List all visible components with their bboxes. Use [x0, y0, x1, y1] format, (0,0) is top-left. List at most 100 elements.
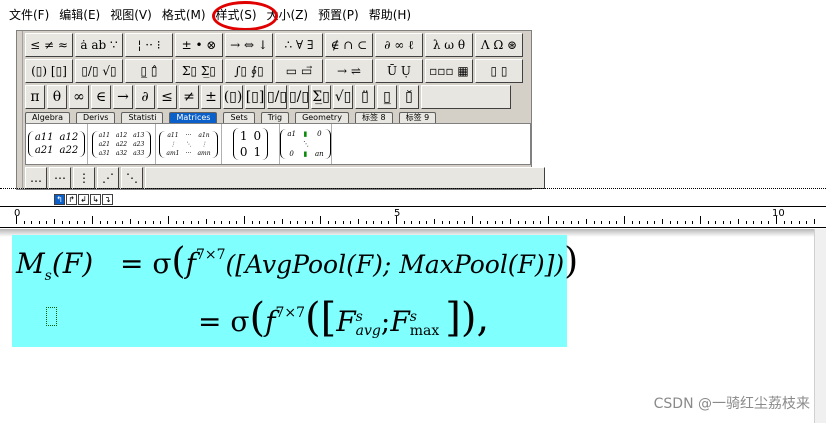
partial-symbol-button[interactable]: ∂ [135, 85, 155, 109]
infinity-symbol-button[interactable]: ∞ [69, 85, 89, 109]
template-cell: ··· [185, 149, 192, 157]
menu-preferences[interactable]: 预置(P) [313, 0, 364, 30]
greek-upper-palette-button[interactable]: Λ Ω ⊛ [475, 33, 523, 57]
ruler-tick [753, 221, 755, 224]
sub-superscript-template-button[interactable]: ▯̆ [399, 85, 419, 109]
empty-slot-placeholder[interactable] [46, 307, 57, 326]
relation-tab-icon[interactable]: ↴ [102, 194, 113, 205]
tab-matrices[interactable]: Matrices [169, 112, 218, 123]
watermark: CSDN @一骑红尘荔枝来 [653, 396, 810, 412]
theta-symbol-button[interactable]: θ [47, 85, 67, 109]
misc-symbols-palette-button[interactable]: ∂ ∞ ℓ [375, 33, 423, 57]
parentheses-template-button[interactable]: (▯) [223, 85, 243, 109]
sqrt-template-button[interactable]: √▯ [333, 85, 353, 109]
fraction-template-button[interactable]: ▯/▯ [267, 85, 287, 109]
integrals-palette-button[interactable]: ∫▯ ∮▯ [225, 59, 273, 83]
line1-body: ([AvgPool(F); MaxPool(F)]) [225, 250, 565, 279]
set-theory-palette-button[interactable]: ∉ ∩ ⊂ [325, 33, 373, 57]
vertical-ellipsis-button[interactable]: ⋮ [73, 167, 95, 189]
midline-ellipsis-button[interactable]: ⋯ [49, 167, 71, 189]
equation-edit-area[interactable]: Ms(F) = σ(f7×7([AvgPool(F); MaxPool(F)])… [0, 229, 826, 423]
vertical-scrollbar[interactable] [814, 229, 826, 423]
sum-template-button[interactable]: Σ̲▯ [311, 85, 331, 109]
ruler-tick [814, 219, 815, 224]
up-diagonal-ellipsis-button[interactable]: ⋰ [97, 167, 119, 189]
brackets-template-button[interactable]: [▯] [245, 85, 265, 109]
ruler[interactable]: 0 5 10 [0, 206, 826, 228]
summation-palette-button[interactable]: Σ▯ Σ̲▯ [175, 59, 223, 83]
ruler-tick [221, 221, 223, 224]
boxes-palette-button[interactable]: ▯ ▯ [475, 59, 523, 83]
spaces-ellipses-palette-button[interactable]: ȧ ab ∵ [75, 33, 123, 57]
palette-grip[interactable] [17, 31, 23, 189]
relations-palette-button[interactable]: ≤ ≠ ≈ [25, 33, 73, 57]
matrix-mxn-template[interactable]: a11 ··· a1n ⋮ ⋱ ⋮ am1 ··· amn [156, 124, 222, 164]
equation-line-2[interactable]: = σ(f7×7([F s avg ;F s max]), [198, 295, 489, 341]
decimal-tab-icon[interactable]: ↳ [90, 194, 101, 205]
labeled-arrows-palette-button[interactable]: → ⇌ [325, 59, 373, 83]
right-tab-icon[interactable]: ↲ [78, 194, 89, 205]
products-palette-button[interactable]: Ū Ụ [375, 59, 423, 83]
element-of-symbol-button[interactable]: ∈ [91, 85, 111, 109]
open-square-bracket: [ [320, 295, 337, 341]
matrices-palette-button[interactable]: ▫▫▫ ▦ [425, 59, 473, 83]
plus-minus-symbol-button[interactable]: ± [201, 85, 221, 109]
diagonal-matrix-template[interactable]: a1 ▮ 0 ⋱ 0 ▮ an [280, 124, 332, 164]
template-cell: 1 [253, 145, 262, 159]
menu-format[interactable]: 格式(M) [157, 0, 211, 30]
tab-label-9[interactable]: 标签 9 [398, 112, 437, 123]
identity-matrix-template[interactable]: 1 0 0 1 [222, 124, 280, 164]
ruler-tick [616, 221, 618, 224]
less-equal-symbol-button[interactable]: ≤ [157, 85, 177, 109]
small-fraction-template-button[interactable]: ▯/▯ [289, 85, 309, 109]
down-diagonal-ellipsis-button[interactable]: ⋱ [121, 167, 143, 189]
scripts-palette-button[interactable]: ▯̲ ▯̂ [125, 59, 173, 83]
red-circle-annotation [212, 1, 278, 31]
superscript-template-button[interactable]: ▯̈ [355, 85, 375, 109]
menu-file[interactable]: 文件(F) [4, 0, 54, 30]
not-equal-symbol-button[interactable]: ≠ [179, 85, 199, 109]
line1-equals-sigma: = σ [120, 247, 172, 280]
matrix-2x2-template[interactable]: a11 a12 a21 a22 [26, 124, 88, 164]
tab-trig[interactable]: Trig [260, 112, 290, 123]
ruler-tick [548, 216, 549, 224]
ruler-tick [555, 221, 557, 224]
tab-sets[interactable]: Sets [223, 112, 255, 123]
ruler-tick [190, 221, 192, 224]
ruler-tick [312, 221, 314, 224]
tab-derivs[interactable]: Derivs [75, 112, 116, 123]
equation-line-1[interactable]: Ms(F) = σ(f7×7([AvgPool(F); MaxPool(F)])… [16, 241, 578, 284]
subscript-template-button[interactable]: ▯̲ [377, 85, 397, 109]
right-arrow-symbol-button[interactable]: → [113, 85, 133, 109]
fractions-radicals-palette-button[interactable]: ▯/▯ √▯ [75, 59, 123, 83]
tab-algebra[interactable]: Algebra [25, 112, 70, 123]
greek-lower-palette-button[interactable]: λ ω θ [425, 33, 473, 57]
pi-symbol-button[interactable]: π [25, 85, 45, 109]
center-tab-icon[interactable]: ↱ [66, 194, 77, 205]
ruler-tick [692, 221, 694, 224]
empty-dots-slot[interactable] [145, 167, 545, 189]
tab-label-8[interactable]: 标签 8 [354, 112, 393, 123]
fences-palette-button[interactable]: (▯) [▯] [25, 59, 73, 83]
logic-palette-button[interactable]: ∴ ∀ ∃ [275, 33, 323, 57]
template-cell: a1 [287, 130, 296, 138]
menu-help[interactable]: 帮助(H) [364, 0, 416, 30]
ruler-tick [228, 221, 230, 224]
ellipsis-button[interactable]: … [25, 167, 47, 189]
template-cell: a32 [115, 149, 128, 157]
embellishments-palette-button[interactable]: ¦ ·· ⁝ [125, 33, 173, 57]
ruler-tick [23, 221, 25, 224]
ruler-tick [798, 221, 800, 224]
tab-geometry[interactable]: Geometry [295, 112, 349, 123]
menu-edit[interactable]: 编辑(E) [54, 0, 105, 30]
arrows-palette-button[interactable]: → ⇔ ↓ [225, 33, 273, 57]
operators-palette-button[interactable]: ± • ⊗ [175, 33, 223, 57]
empty-toolbar-slot[interactable] [421, 85, 511, 109]
bars-arrows-palette-button[interactable]: ▭ ▭⃗ [275, 59, 323, 83]
left-tab-icon[interactable]: ↰ [54, 194, 65, 205]
menu-view[interactable]: 视图(V) [105, 0, 157, 30]
matrix-3x3-template[interactable]: a11 a12 a13 a21 a22 a23 a31 a32 a33 [88, 124, 156, 164]
template-cell: a22 [59, 145, 79, 156]
ruler-tick [213, 221, 215, 224]
tab-statistics[interactable]: Statisti [121, 112, 164, 123]
